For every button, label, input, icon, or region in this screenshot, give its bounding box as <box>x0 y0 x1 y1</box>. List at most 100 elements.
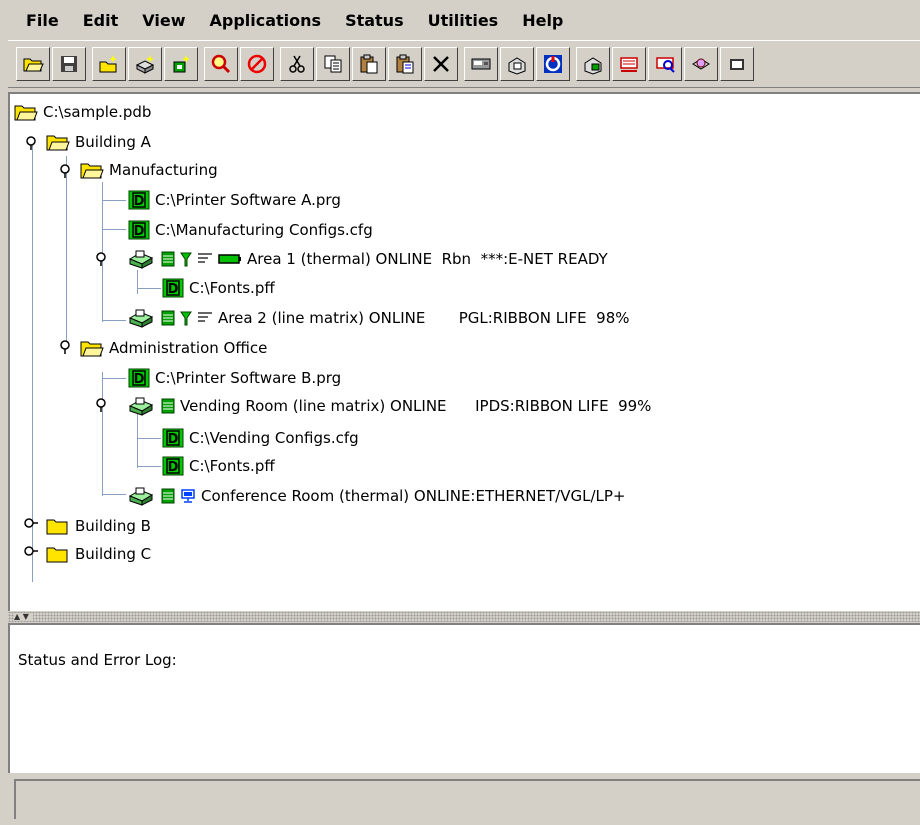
expanded-handle-icon[interactable] <box>94 252 108 266</box>
delete-button[interactable] <box>424 47 458 81</box>
document-d-icon: D <box>128 220 150 240</box>
menu-applications[interactable]: Applications <box>209 11 321 30</box>
new-printer-button[interactable] <box>128 47 162 81</box>
tree-node-area-1[interactable]: Area 1 (thermal) ONLINE Rbn ***:E-NET RE… <box>128 247 608 271</box>
printer-status-icon <box>584 57 602 75</box>
menu-view[interactable]: View <box>142 11 185 30</box>
printer-config-button[interactable] <box>612 47 646 81</box>
stop-button[interactable] <box>240 47 274 81</box>
tree-node-vending-room[interactable]: Vending Room (line matrix) ONLINE IPDS:R… <box>128 394 651 418</box>
tree-node-administration-office[interactable]: Administration Office <box>80 336 267 360</box>
printer-status-button[interactable] <box>576 47 610 81</box>
tree-label: Building C <box>75 545 152 563</box>
new-folder-button[interactable] <box>92 47 126 81</box>
lines-icon <box>197 310 213 326</box>
delete-icon <box>433 56 449 72</box>
new-device-icon <box>173 55 190 73</box>
tree-label: Building A <box>75 133 151 151</box>
printer-reset-button[interactable] <box>536 47 570 81</box>
printer-query-icon <box>656 57 675 73</box>
tree-node-building-b[interactable]: Building B <box>46 514 151 538</box>
find-button[interactable] <box>204 47 238 81</box>
cut-button[interactable] <box>280 47 314 81</box>
expanded-handle-icon[interactable] <box>58 340 72 354</box>
expanded-handle-icon[interactable] <box>94 398 108 412</box>
new-printer-icon <box>135 55 155 74</box>
more-button[interactable] <box>720 47 754 81</box>
tree-node-printer-software-b[interactable]: D C:\Printer Software B.prg <box>128 366 341 390</box>
expanded-handle-icon[interactable] <box>58 164 72 178</box>
tree-node-building-c[interactable]: Building C <box>46 542 151 566</box>
paste-special-button[interactable] <box>388 47 422 81</box>
svg-text:D: D <box>168 282 179 297</box>
tree-node-manufacturing-configs[interactable]: D C:\Manufacturing Configs.cfg <box>128 218 373 242</box>
lines-icon <box>197 251 213 267</box>
tree-node-printer-software-a[interactable]: D C:\Printer Software A.prg <box>128 188 341 212</box>
more-icon <box>730 59 744 70</box>
collapsed-handle-icon[interactable] <box>24 544 38 558</box>
tree-node-vending-fonts[interactable]: D C:\Fonts.pff <box>162 454 275 478</box>
tree-root[interactable]: C:\sample.pdb <box>14 100 151 124</box>
collapsed-handle-icon[interactable] <box>24 516 38 530</box>
tree-connector <box>137 270 138 294</box>
tree-node-manufacturing[interactable]: Manufacturing <box>80 158 218 182</box>
tree-node-area-1-fonts[interactable]: D C:\Fonts.pff <box>162 276 275 300</box>
menu-status[interactable]: Status <box>345 11 404 30</box>
tree-connector <box>102 372 103 496</box>
save-button[interactable] <box>52 47 86 81</box>
tree-label: C:\Fonts.pff <box>189 279 275 297</box>
printer-query-button[interactable] <box>648 47 682 81</box>
copy-icon <box>324 55 342 73</box>
tree-node-building-a[interactable]: Building A <box>46 130 151 154</box>
cut-icon <box>289 55 305 73</box>
tree-panel: C:\sample.pdb Building A Manufacturing D… <box>8 92 920 611</box>
printer-icon <box>128 486 156 506</box>
tree-label: C:\Printer Software B.prg <box>155 369 342 387</box>
open-folder-button[interactable] <box>16 47 50 81</box>
tree-connector <box>137 466 161 467</box>
svg-text:D: D <box>168 460 179 475</box>
menu-utilities[interactable]: Utilities <box>428 11 499 30</box>
svg-text:D: D <box>134 224 145 239</box>
menu-file[interactable]: File <box>26 11 59 30</box>
tree-connector <box>137 288 161 289</box>
network-monitor-icon <box>180 488 196 504</box>
status-bar <box>14 779 920 819</box>
tree-connector <box>137 438 161 439</box>
toolbar <box>8 40 920 88</box>
collapse-arrows-icon[interactable]: ▲ ▼ <box>14 613 33 621</box>
printer-settings-button[interactable] <box>684 47 718 81</box>
filter-icon <box>180 310 192 326</box>
tree-label: C:\sample.pdb <box>43 103 152 121</box>
tree-connector <box>66 156 67 348</box>
copy-button[interactable] <box>316 47 350 81</box>
paste-button[interactable] <box>352 47 386 81</box>
tree-label: C:\Vending Configs.cfg <box>189 429 359 447</box>
expanded-handle-icon[interactable] <box>24 136 38 150</box>
tree-label: Area 2 (line matrix) ONLINE PGL:RIBBON L… <box>218 309 630 327</box>
menu-help[interactable]: Help <box>522 11 563 30</box>
printer-properties-button[interactable] <box>500 47 534 81</box>
new-device-button[interactable] <box>164 47 198 81</box>
tree-node-area-2[interactable]: Area 2 (line matrix) ONLINE PGL:RIBBON L… <box>128 306 630 330</box>
folder-icon <box>46 545 70 563</box>
new-folder-icon <box>99 55 117 73</box>
tree-label: Manufacturing <box>109 161 218 179</box>
tree-node-vending-configs[interactable]: D C:\Vending Configs.cfg <box>162 426 359 450</box>
tree-label: C:\Manufacturing Configs.cfg <box>155 221 373 239</box>
tree-node-conference-room[interactable]: Conference Room (thermal) ONLINE:ETHERNE… <box>128 484 626 508</box>
printer-panel-icon <box>471 58 491 70</box>
tree-label: Administration Office <box>109 339 268 357</box>
menu-edit[interactable]: Edit <box>83 11 119 30</box>
tree-connector <box>102 320 126 321</box>
stop-icon <box>247 54 267 74</box>
list-icon <box>161 310 175 326</box>
tree-label: C:\Printer Software A.prg <box>155 191 341 209</box>
open-folder-icon <box>14 103 38 121</box>
tree-connector <box>137 414 138 468</box>
printer-icon <box>128 308 156 328</box>
printer-panel-button[interactable] <box>464 47 498 81</box>
panel-splitter[interactable]: ▲ ▼ <box>8 612 920 622</box>
open-folder-icon <box>46 133 70 151</box>
printer-settings-icon <box>692 58 710 70</box>
